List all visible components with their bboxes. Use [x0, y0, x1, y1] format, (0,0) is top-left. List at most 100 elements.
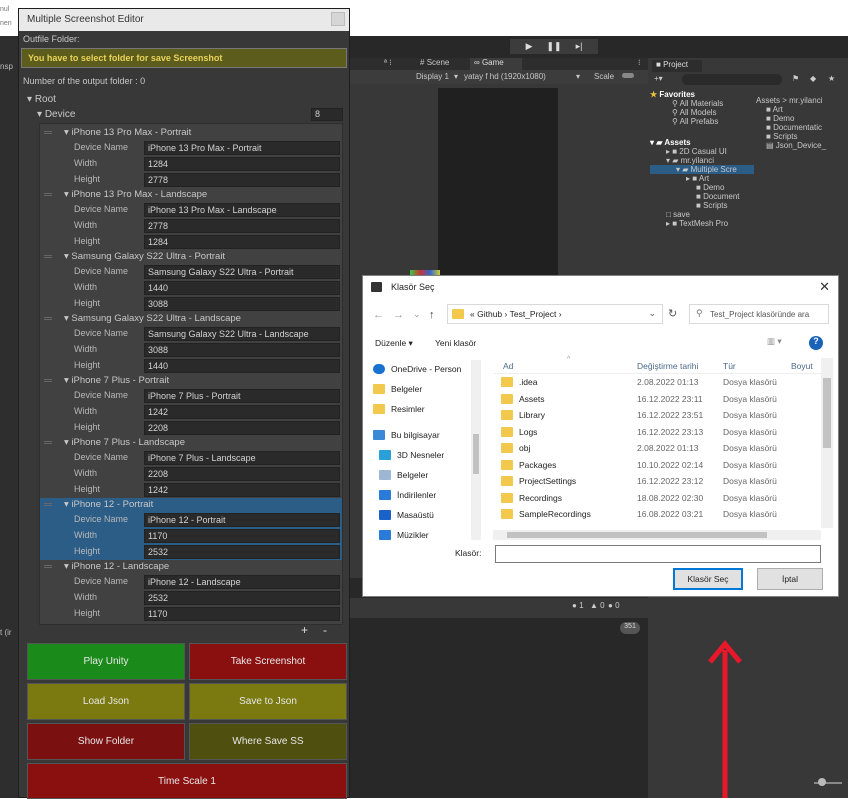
take-screenshot-button[interactable]: Take Screenshot	[189, 643, 347, 680]
breadcrumb[interactable]: Assets > mr.yilanci	[756, 96, 848, 105]
console-warning-count[interactable]: ▲ 0	[590, 601, 605, 610]
column-name[interactable]: Ad	[503, 361, 513, 371]
device-name-field[interactable]: iPhone 7 Plus - Portrait	[144, 389, 340, 403]
more-icon[interactable]: ⁝	[638, 58, 641, 67]
horizontal-scroll-thumb[interactable]	[507, 532, 767, 538]
asset-item[interactable]: ■ Documentatic	[756, 123, 848, 132]
nav-item-pictures[interactable]: Resimler	[367, 400, 487, 420]
add-icon[interactable]: +▾	[654, 74, 663, 83]
chevron-down-icon[interactable]: ⌄	[648, 308, 656, 319]
width-field[interactable]: 3088	[144, 343, 340, 357]
device-name-field[interactable]: iPhone 12 - Portrait	[144, 513, 340, 527]
pause-icon[interactable]: ❚❚	[546, 41, 561, 52]
drag-handle-icon[interactable]	[44, 131, 52, 134]
lock-icon[interactable]: ª ⁝	[384, 58, 392, 67]
width-field[interactable]: 2208	[144, 467, 340, 481]
file-row[interactable]: Assets 16.12.2022 23:11 Dosya klasörü	[493, 391, 828, 408]
tree-item[interactable]: ■ Document	[650, 192, 754, 201]
show-folder-button[interactable]: Show Folder	[27, 723, 185, 760]
root-foldout[interactable]: ▾ Root	[19, 92, 349, 107]
vertical-scrollbar[interactable]	[821, 358, 833, 528]
tree-item[interactable]: ▸ ■ TextMesh Pro	[650, 219, 754, 228]
display-dropdown[interactable]: Display 1	[416, 72, 449, 81]
nav-item-downloads[interactable]: İndirilenler	[373, 486, 487, 506]
device-name-field[interactable]: iPhone 13 Pro Max - Portrait	[144, 141, 340, 155]
device-header[interactable]: ▾ Samsung Galaxy S22 Ultra - Portrait	[40, 250, 342, 264]
console-error-count[interactable]: ● 1	[572, 601, 584, 610]
fav-item[interactable]: ⚲ All Models	[650, 108, 754, 117]
nav-scrollbar[interactable]	[471, 360, 481, 540]
fav-item[interactable]: ⚲ All Prefabs	[650, 117, 754, 126]
step-icon[interactable]: ▸|	[576, 41, 583, 52]
drag-handle-icon[interactable]	[44, 255, 52, 258]
fav-item[interactable]: ⚲ All Materials	[650, 99, 754, 108]
play-unity-button[interactable]: Play Unity	[27, 643, 185, 680]
asset-item[interactable]: ■ Art	[756, 105, 848, 114]
file-row[interactable]: .idea 2.08.2022 01:13 Dosya klasörü	[493, 374, 828, 391]
back-arrow-icon[interactable]: ←	[373, 309, 384, 321]
device-name-field[interactable]: Samsung Galaxy S22 Ultra - Portrait	[144, 265, 340, 279]
device-foldout[interactable]: ▾ Device 8	[33, 107, 345, 123]
height-field[interactable]: 3088	[144, 297, 340, 311]
nav-item-this-pc[interactable]: Bu bilgisayar	[367, 426, 487, 446]
column-date[interactable]: Değiştirme tarihi	[637, 361, 698, 371]
file-row[interactable]: ProjectSettings 16.12.2022 23:12 Dosya kla…	[493, 473, 828, 490]
horizontal-scrollbar[interactable]	[493, 530, 821, 540]
close-icon[interactable]: ✕	[819, 279, 830, 295]
tab-game[interactable]: ∞ Game	[470, 58, 522, 70]
device-header[interactable]: ▾ iPhone 12 - Portrait	[40, 498, 342, 512]
width-field[interactable]: 1284	[144, 157, 340, 171]
height-field[interactable]: 1440	[144, 359, 340, 373]
drag-handle-icon[interactable]	[44, 379, 52, 382]
favorites-header[interactable]: ★ Favorites	[650, 90, 754, 99]
file-row[interactable]: Logs 16.12.2022 23:13 Dosya klasörü	[493, 424, 828, 441]
time-scale-button[interactable]: Time Scale 1	[27, 763, 347, 799]
load-json-button[interactable]: Load Json	[27, 683, 185, 720]
breadcrumb-test-project[interactable]: Test_Project	[510, 309, 557, 319]
star-icon[interactable]: ★	[828, 74, 835, 83]
asset-item[interactable]: ■ Demo	[756, 114, 848, 123]
file-row[interactable]: Packages 10.10.2022 02:14 Dosya klasörü	[493, 457, 828, 474]
height-field[interactable]: 1284	[144, 235, 340, 249]
project-search[interactable]	[682, 74, 782, 85]
save-json-button[interactable]: Save to Json	[189, 683, 347, 720]
zoom-slider-handle[interactable]	[818, 778, 826, 786]
add-device-button[interactable]: +	[301, 623, 308, 637]
address-bar[interactable]: « Github › Test_Project › ⌄	[447, 304, 663, 324]
nav-scroll-thumb[interactable]	[473, 434, 479, 474]
height-field[interactable]: 2778	[144, 173, 340, 187]
drag-handle-icon[interactable]	[44, 565, 52, 568]
device-name-field[interactable]: iPhone 7 Plus - Landscape	[144, 451, 340, 465]
tree-item[interactable]: ▸ ■ Art	[650, 174, 754, 183]
where-save-button[interactable]: Where Save SS	[189, 723, 347, 760]
forward-arrow-icon[interactable]: →	[393, 309, 404, 321]
height-field[interactable]: 1242	[144, 483, 340, 497]
tree-item-selected[interactable]: ▾ ▰ Multiple Scre	[650, 165, 754, 174]
resolution-dropdown[interactable]: yatay f hd (1920x1080)	[464, 72, 546, 81]
scale-slider[interactable]	[622, 73, 634, 78]
file-row[interactable]: Library 16.12.2022 23:51 Dosya klasörü	[493, 407, 828, 424]
vertical-scroll-thumb[interactable]	[823, 378, 831, 448]
asset-item[interactable]: ■ Scripts	[756, 132, 848, 141]
filter-icon[interactable]: ⚑	[792, 74, 799, 83]
column-type[interactable]: Tür	[723, 361, 736, 371]
device-header[interactable]: ▾ iPhone 7 Plus - Landscape	[40, 436, 342, 450]
width-field[interactable]: 1242	[144, 405, 340, 419]
device-count-field[interactable]: 8	[311, 108, 343, 121]
column-size[interactable]: Boyut	[791, 361, 813, 371]
device-header[interactable]: ▾ iPhone 12 - Landscape	[40, 560, 342, 574]
device-header[interactable]: ▾ Samsung Galaxy S22 Ultra - Landscape	[40, 312, 342, 326]
close-button[interactable]	[331, 12, 345, 26]
tree-item[interactable]: ▸ ■ 2D Casual UI	[650, 147, 754, 156]
asset-item[interactable]: ▤ Json_Device_	[756, 141, 848, 150]
device-name-field[interactable]: Samsung Galaxy S22 Ultra - Landscape	[144, 327, 340, 341]
file-row[interactable]: Recordings 18.08.2022 02:30 Dosya klasörü	[493, 490, 828, 507]
console-info-count[interactable]: ● 0	[608, 601, 620, 610]
tree-item[interactable]: □ save	[650, 210, 754, 219]
width-field[interactable]: 1170	[144, 529, 340, 543]
search-input[interactable]: ⚲ Test_Project klasöründe ara	[689, 304, 829, 324]
folder-input[interactable]	[495, 545, 821, 563]
nav-item-documents[interactable]: Belgeler	[373, 466, 487, 486]
device-header[interactable]: ▾ iPhone 7 Plus - Portrait	[40, 374, 342, 388]
file-row[interactable]: obj 2.08.2022 01:13 Dosya klasörü	[493, 440, 828, 457]
